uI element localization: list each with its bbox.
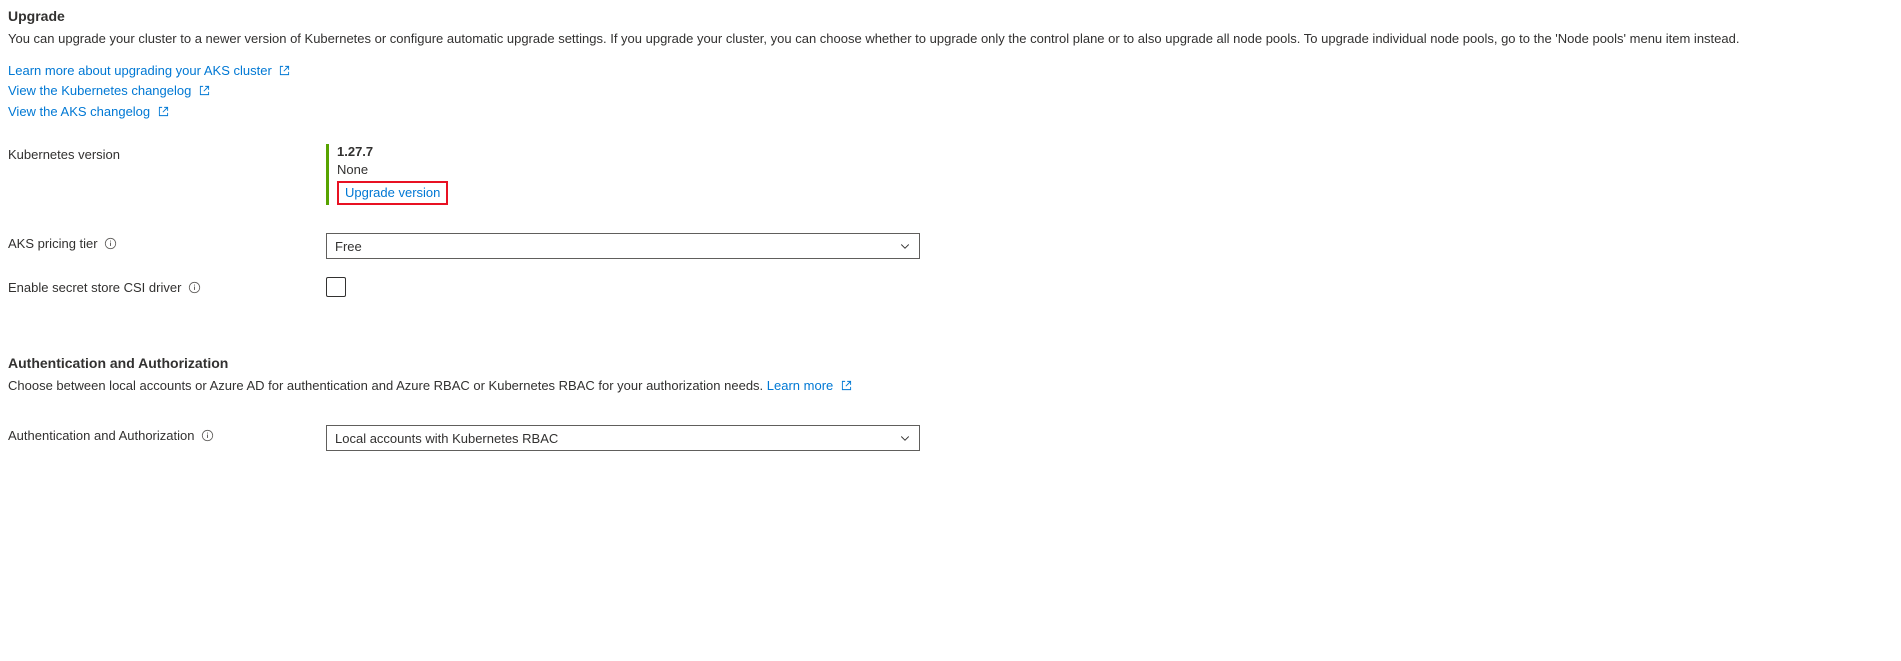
- aks-changelog-link[interactable]: View the AKS changelog: [8, 102, 1893, 123]
- k8s-changelog-link[interactable]: View the Kubernetes changelog: [8, 81, 1893, 102]
- external-link-icon: [199, 82, 210, 102]
- auth-select[interactable]: Local accounts with Kubernetes RBAC: [326, 425, 920, 451]
- info-icon[interactable]: [187, 281, 201, 295]
- auth-learn-more-link[interactable]: Learn more: [767, 378, 852, 393]
- upgrade-version-highlight: Upgrade version: [337, 181, 448, 205]
- external-link-icon: [158, 103, 169, 123]
- auth-selected: Local accounts with Kubernetes RBAC: [335, 431, 558, 446]
- chevron-down-icon: [899, 432, 911, 444]
- pricing-tier-label: AKS pricing tier: [8, 236, 98, 251]
- pricing-tier-select[interactable]: Free: [326, 233, 920, 259]
- auth-field-label: Authentication and Authorization: [8, 428, 194, 443]
- kubernetes-version-label: Kubernetes version: [8, 144, 326, 162]
- link-label: Learn more about upgrading your AKS clus…: [8, 63, 272, 78]
- chevron-down-icon: [899, 240, 911, 252]
- pricing-tier-selected: Free: [335, 239, 362, 254]
- upgrade-description: You can upgrade your cluster to a newer …: [8, 30, 1878, 49]
- link-label: View the AKS changelog: [8, 104, 150, 119]
- csi-driver-checkbox[interactable]: [326, 277, 346, 297]
- auth-heading: Authentication and Authorization: [8, 355, 1893, 371]
- kubernetes-version-block: 1.27.7 None Upgrade version: [326, 144, 448, 205]
- auth-description: Choose between local accounts or Azure A…: [8, 377, 908, 397]
- external-link-icon: [279, 62, 290, 82]
- info-icon[interactable]: [200, 429, 214, 443]
- upgrade-heading: Upgrade: [8, 8, 1893, 24]
- link-label: View the Kubernetes changelog: [8, 83, 191, 98]
- learn-more-upgrade-link[interactable]: Learn more about upgrading your AKS clus…: [8, 61, 1893, 82]
- kubernetes-version-value: 1.27.7: [337, 144, 448, 159]
- kubernetes-version-sub: None: [337, 162, 448, 177]
- csi-driver-label: Enable secret store CSI driver: [8, 280, 181, 295]
- info-icon[interactable]: [104, 237, 118, 251]
- upgrade-version-link[interactable]: Upgrade version: [345, 185, 440, 200]
- external-link-icon: [841, 378, 852, 397]
